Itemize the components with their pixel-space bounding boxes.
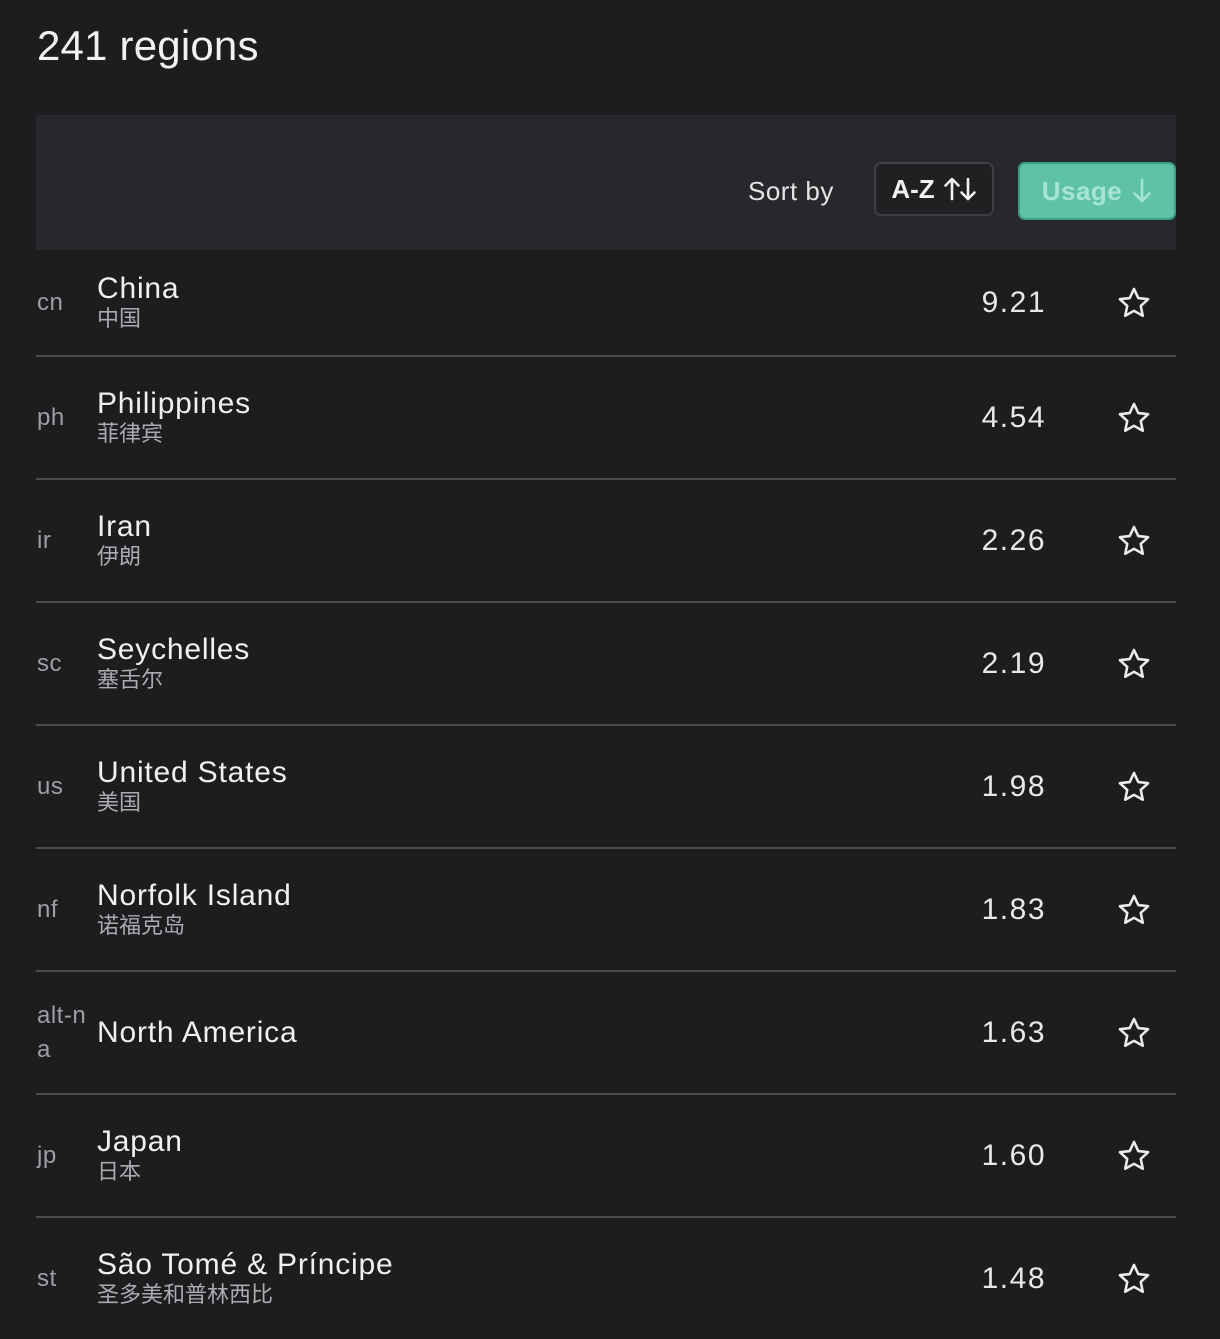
sort-usage-button[interactable]: Usage [1018, 162, 1176, 220]
star-icon[interactable] [1115, 399, 1153, 437]
region-local-name: 塞舌尔 [97, 667, 164, 693]
region-code: ir [37, 526, 52, 554]
region-row[interactable]: ph Philippines 菲律宾 4.54 [36, 357, 1176, 480]
region-code: jp [37, 1141, 57, 1169]
region-code: ph [37, 403, 65, 431]
region-row[interactable]: sc Seychelles 塞舌尔 2.19 [36, 603, 1176, 726]
region-code: us [37, 772, 64, 800]
sort-az-button[interactable]: A-Z [874, 162, 994, 216]
region-row[interactable]: st São Tomé & Príncipe 圣多美和普林西比 1.48 [36, 1218, 1176, 1339]
region-names: Norfolk Island 诺福克岛 [97, 879, 292, 941]
sort-usage-label: Usage [1041, 175, 1123, 206]
star-icon[interactable] [1115, 645, 1153, 683]
star-icon[interactable] [1115, 1137, 1153, 1175]
region-list: cn China 中国 9.21 ph Philippines 菲律宾 4.54 ir Iran 伊… [36, 250, 1176, 1339]
sort-toolbar: Sort by A-Z Usage [36, 115, 1176, 250]
region-row[interactable]: cn China 中国 9.21 [36, 250, 1176, 357]
region-local-name: 菲律宾 [97, 421, 164, 447]
region-code: st [37, 1264, 57, 1292]
region-usage-value: 1.98 [981, 769, 1046, 803]
sort-by-label: Sort by [748, 176, 834, 206]
region-usage-value: 1.48 [981, 1261, 1046, 1295]
region-names: North America [97, 1016, 297, 1050]
sort-az-label: A-Z [891, 173, 935, 204]
arrow-down-icon [1132, 178, 1152, 204]
region-name: Seychelles [97, 632, 251, 666]
region-name: China [97, 271, 180, 305]
star-icon[interactable] [1115, 891, 1153, 929]
region-name: Iran [97, 509, 152, 543]
region-names: Seychelles 塞舌尔 [97, 633, 250, 695]
star-icon[interactable] [1115, 1014, 1153, 1052]
region-name: São Tomé & Príncipe [97, 1247, 394, 1281]
star-icon[interactable] [1115, 1260, 1153, 1298]
star-icon[interactable] [1115, 522, 1153, 560]
region-names: United States 美国 [97, 756, 288, 818]
region-names: Japan 日本 [97, 1125, 183, 1187]
region-row[interactable]: ir Iran 伊朗 2.26 [36, 480, 1176, 603]
star-icon[interactable] [1115, 768, 1153, 806]
region-row[interactable]: jp Japan 日本 1.60 [36, 1095, 1176, 1218]
region-name: North America [97, 1015, 298, 1049]
arrows-up-down-icon [943, 176, 977, 202]
region-local-name: 圣多美和普林西比 [97, 1282, 274, 1308]
region-local-name: 日本 [97, 1159, 142, 1185]
region-row[interactable]: us United States 美国 1.98 [36, 726, 1176, 849]
region-code: alt-na [37, 1001, 87, 1063]
region-name: United States [97, 755, 288, 789]
region-code: cn [37, 288, 64, 316]
region-names: Philippines 菲律宾 [97, 387, 251, 449]
region-code: sc [37, 649, 62, 677]
region-names: São Tomé & Príncipe 圣多美和普林西比 [97, 1248, 393, 1310]
region-name: Japan [97, 1124, 183, 1158]
region-usage-value: 1.60 [981, 1138, 1046, 1172]
region-row[interactable]: nf Norfolk Island 诺福克岛 1.83 [36, 849, 1176, 972]
region-row[interactable]: alt-na North America 1.63 [36, 972, 1176, 1095]
region-local-name: 伊朗 [97, 544, 142, 570]
region-names: China 中国 [97, 272, 179, 334]
region-usage-value: 4.54 [981, 400, 1046, 434]
page-title: 241 regions [37, 22, 259, 69]
star-icon[interactable] [1115, 284, 1153, 322]
region-local-name: 诺福克岛 [97, 913, 186, 939]
region-usage-value: 2.26 [981, 523, 1046, 557]
region-usage-value: 1.83 [981, 892, 1046, 926]
region-local-name: 美国 [97, 790, 142, 816]
region-names: Iran 伊朗 [97, 510, 152, 572]
region-usage-value: 2.19 [981, 646, 1046, 680]
region-usage-value: 1.63 [981, 1015, 1046, 1049]
region-usage-value: 9.21 [981, 285, 1046, 319]
region-code: nf [37, 895, 59, 923]
region-name: Norfolk Island [97, 878, 292, 912]
region-local-name: 中国 [97, 306, 142, 332]
region-name: Philippines [97, 386, 251, 420]
